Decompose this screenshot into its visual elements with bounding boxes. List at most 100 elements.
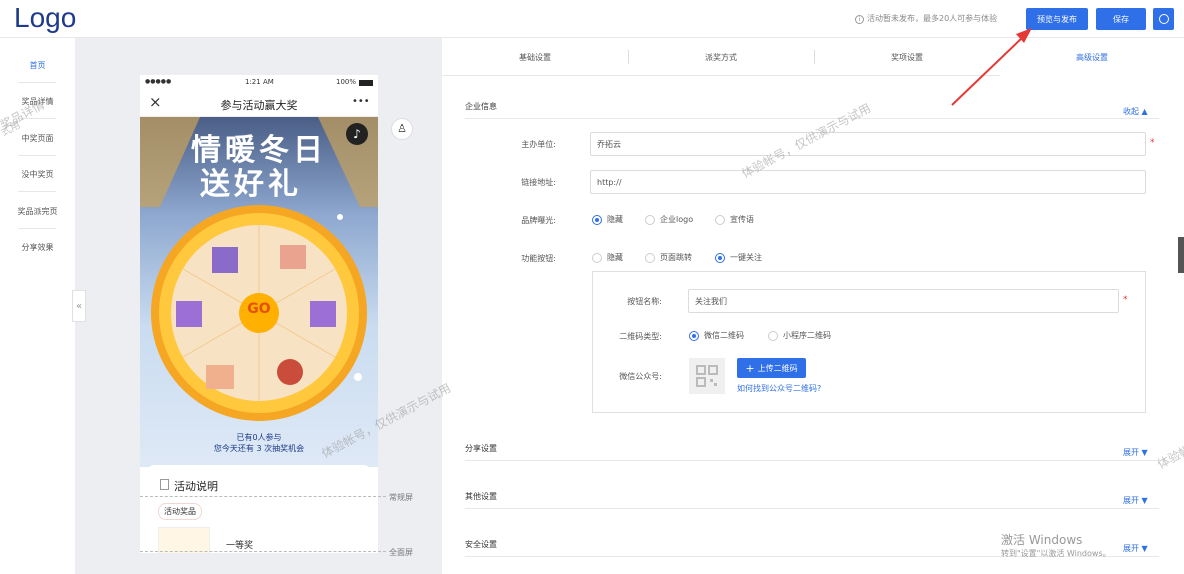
upload-label: 上传二维码 xyxy=(757,363,798,373)
required-mark: * xyxy=(1123,295,1128,305)
radio-label: 宣传语 xyxy=(730,215,754,224)
host-label: 主办单位: xyxy=(521,140,556,149)
security-expand-toggle[interactable]: 展开 ▼ xyxy=(1123,543,1148,554)
settings-panel: 基础设置 派奖方式 奖项设置 高级设置 企业信息 收起 ▲ 主办单位: 乔拓云 … xyxy=(442,38,1184,574)
more-icon[interactable]: ••• xyxy=(352,96,370,107)
caret-down-icon: ▼ xyxy=(1141,496,1148,505)
publish-notice: i 活动暂未发布，最多20人可参与体验 xyxy=(855,13,997,24)
divider xyxy=(18,228,56,229)
prize-image xyxy=(158,527,210,553)
link-input[interactable]: http:// xyxy=(590,170,1146,194)
radio-label: 页面跳转 xyxy=(660,253,692,262)
func-button-label: 功能按钮: xyxy=(521,254,556,263)
divider xyxy=(18,155,56,156)
radio-label: 一键关注 xyxy=(730,253,762,262)
sidebar-item-share[interactable]: 分享效果 xyxy=(0,242,75,253)
tab-prize-settings[interactable]: 奖项设置 xyxy=(814,38,1000,76)
other-section-title: 其他设置 xyxy=(465,492,497,501)
func-radio-jump[interactable]: 页面跳转 xyxy=(645,252,692,263)
brand-radio-slogan[interactable]: 宣传语 xyxy=(715,214,754,225)
company-collapse-toggle[interactable]: 收起 ▲ xyxy=(1123,106,1148,117)
phone-time: 1:21 AM xyxy=(245,78,274,86)
help-icon xyxy=(1158,14,1169,24)
share-expand-toggle[interactable]: 展开 ▼ xyxy=(1123,447,1148,458)
radio-label: 隐藏 xyxy=(607,253,623,262)
document-icon xyxy=(160,479,169,490)
tab-award-method[interactable]: 派奖方式 xyxy=(628,38,814,76)
brand-radio-logo[interactable]: 企业logo xyxy=(645,214,693,225)
divider xyxy=(18,191,56,192)
other-expand-toggle[interactable]: 展开 ▼ xyxy=(1123,495,1148,506)
prize-tag: 活动奖品 xyxy=(158,503,202,520)
shirt-icon[interactable]: ♙ xyxy=(391,118,413,140)
notice-text: 活动暂未发布，最多20人可参与体验 xyxy=(867,14,998,23)
save-button[interactable]: 保存 xyxy=(1096,8,1146,30)
phone-status-bar: ●●●●● 1:21 AM 100% xyxy=(140,75,378,91)
logo: Logo xyxy=(14,2,77,33)
sidebar-item-home[interactable]: 首页 xyxy=(0,60,75,71)
divider xyxy=(18,82,56,83)
full-screen-line xyxy=(140,551,386,552)
security-section-title: 安全设置 xyxy=(465,540,497,549)
activity-card: 活动说明 活动奖品 一等奖 xyxy=(148,465,370,553)
host-input[interactable]: 乔拓云 xyxy=(590,132,1146,156)
divider xyxy=(465,460,1159,461)
music-icon[interactable]: ♪ xyxy=(346,123,368,145)
toggle-label: 展开 xyxy=(1123,448,1139,457)
divider xyxy=(465,118,1159,119)
qr-radio-wechat[interactable]: 微信二维码 xyxy=(689,330,744,341)
button-name-input[interactable]: 关注我们 xyxy=(688,289,1119,313)
radio-unselected xyxy=(715,214,725,225)
lottery-banner: 情暖冬日 送好礼 ♪ GO 已有0人参与 您今天还有 3 次抽奖机会 xyxy=(140,117,378,467)
toggle-label: 展开 xyxy=(1123,544,1139,553)
help-button[interactable] xyxy=(1153,8,1174,30)
button-name-label: 按钮名称: xyxy=(627,297,662,306)
wechat-account-label: 微信公众号: xyxy=(619,372,662,381)
qr-placeholder xyxy=(689,358,725,394)
func-radio-follow[interactable]: 一键关注 xyxy=(715,252,762,263)
radio-selected xyxy=(715,252,725,263)
sidebar-item-lose-page[interactable]: 没中奖页 xyxy=(0,169,75,180)
banner-headline-2: 送好礼 xyxy=(200,167,302,202)
normal-screen-line xyxy=(140,496,386,497)
settings-tabs: 基础设置 派奖方式 奖项设置 高级设置 xyxy=(442,38,1184,76)
radio-unselected xyxy=(592,252,602,263)
prize-name: 一等奖 xyxy=(226,541,254,551)
phone-title: 参与活动赢大奖 xyxy=(220,99,298,112)
preview-publish-button[interactable]: 预览与发布 xyxy=(1026,8,1088,30)
radio-label: 企业logo xyxy=(660,215,694,224)
radio-unselected xyxy=(768,330,778,341)
activity-title: 活动说明 xyxy=(174,480,218,493)
radio-selected xyxy=(592,214,602,225)
caret-down-icon: ▼ xyxy=(1141,544,1148,553)
radio-label: 微信二维码 xyxy=(704,331,744,340)
radio-unselected xyxy=(645,214,655,225)
func-radio-hide[interactable]: 隐藏 xyxy=(592,252,623,263)
battery-icon xyxy=(359,80,373,86)
plus-icon: + xyxy=(745,361,755,375)
find-qr-help-link[interactable]: 如何找到公众号二维码? xyxy=(737,383,821,394)
caret-up-icon: ▲ xyxy=(1141,107,1148,116)
sidebar-item-prize-out-page[interactable]: 奖品派完页 xyxy=(0,206,75,217)
windows-activation-hint: 转到"设置"以激活 Windows。 xyxy=(1001,549,1111,558)
info-icon: i xyxy=(855,15,864,24)
top-bar: Logo i 活动暂未发布，最多20人可参与体验 预览与发布 保存 xyxy=(0,0,1184,38)
brand-radio-hide[interactable]: 隐藏 xyxy=(592,214,623,225)
qr-radio-miniprogram[interactable]: 小程序二维码 xyxy=(768,330,831,341)
phone-nav-bar: × 参与活动赢大奖 ••• xyxy=(140,91,378,117)
signal-icon: ●●●●● xyxy=(145,78,172,85)
radio-label: 隐藏 xyxy=(607,215,623,224)
radio-selected xyxy=(689,330,699,341)
phone-preview: ●●●●● 1:21 AM 100% × 参与活动赢大奖 ••• 情暖冬日 送好… xyxy=(140,75,378,553)
battery-text: 100% xyxy=(336,78,357,86)
upload-qr-button[interactable]: + 上传二维码 xyxy=(737,358,806,378)
wheel-go-button[interactable]: GO xyxy=(239,301,279,317)
windows-activation-title: 激活 Windows xyxy=(1001,533,1083,547)
normal-screen-label: 常规屏 xyxy=(389,493,413,502)
tab-basic[interactable]: 基础设置 xyxy=(442,38,628,76)
collapse-sidebar-button[interactable]: « xyxy=(72,290,86,322)
scroll-handle[interactable] xyxy=(1178,237,1184,273)
company-section-title: 企业信息 xyxy=(465,102,497,111)
brand-label: 品牌曝光: xyxy=(521,216,556,225)
tab-advanced[interactable]: 高级设置 xyxy=(1000,38,1184,76)
